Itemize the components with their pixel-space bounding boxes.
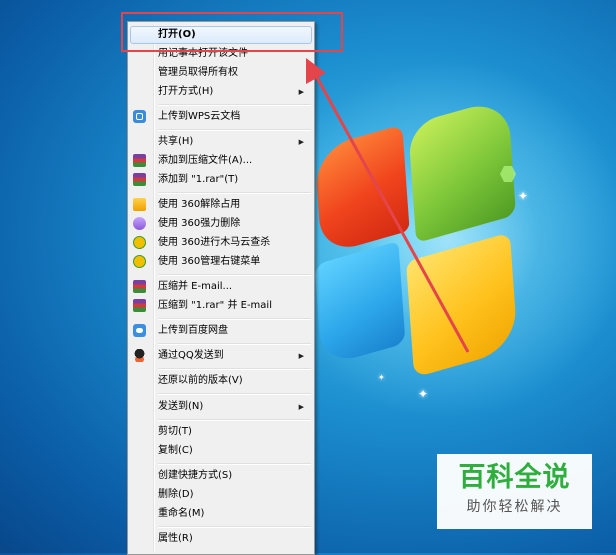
watermark-title: 百科全说 <box>458 462 571 493</box>
annotation-arrow-shaft <box>312 71 470 353</box>
annotation-arrow-head <box>306 58 326 84</box>
watermark: 百科全说 助你轻松解决 <box>437 454 592 529</box>
watermark-subtitle: 助你轻松解决 <box>466 499 563 515</box>
